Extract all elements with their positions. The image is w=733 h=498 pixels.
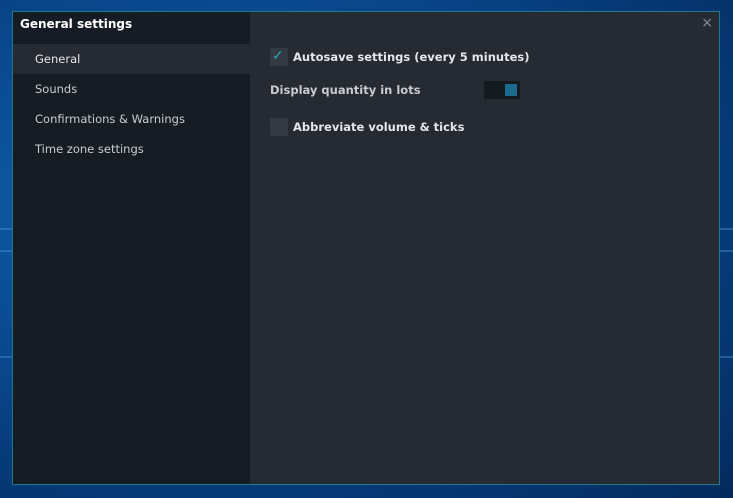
window-title: General settings: [20, 17, 133, 31]
display-lots-label: Display quantity in lots: [270, 83, 421, 97]
sidebar-nav: General Sounds Confirmations & Warnings …: [13, 44, 250, 164]
sidebar-item-sounds[interactable]: Sounds: [13, 74, 250, 104]
checkmark-icon: ✓: [272, 48, 284, 64]
abbreviate-checkbox[interactable]: [270, 118, 288, 136]
abbreviate-row: Abbreviate volume & ticks: [270, 118, 464, 136]
display-lots-row: Display quantity in lots: [270, 81, 530, 99]
display-lots-toggle[interactable]: [484, 81, 520, 99]
sidebar-item-confirmations-warnings[interactable]: Confirmations & Warnings: [13, 104, 250, 134]
autosave-label: Autosave settings (every 5 minutes): [293, 50, 530, 64]
toggle-knob: [505, 84, 517, 96]
sidebar-item-time-zone-settings[interactable]: Time zone settings: [13, 134, 250, 164]
autosave-checkbox[interactable]: ✓: [270, 48, 288, 66]
sidebar-item-general[interactable]: General: [13, 44, 250, 74]
settings-window: General settings General Sounds Confirma…: [12, 11, 720, 485]
close-icon[interactable]: ×: [701, 15, 713, 31]
autosave-row: ✓ Autosave settings (every 5 minutes): [270, 48, 529, 66]
abbreviate-label: Abbreviate volume & ticks: [293, 120, 465, 134]
sidebar: General settings General Sounds Confirma…: [13, 12, 250, 484]
